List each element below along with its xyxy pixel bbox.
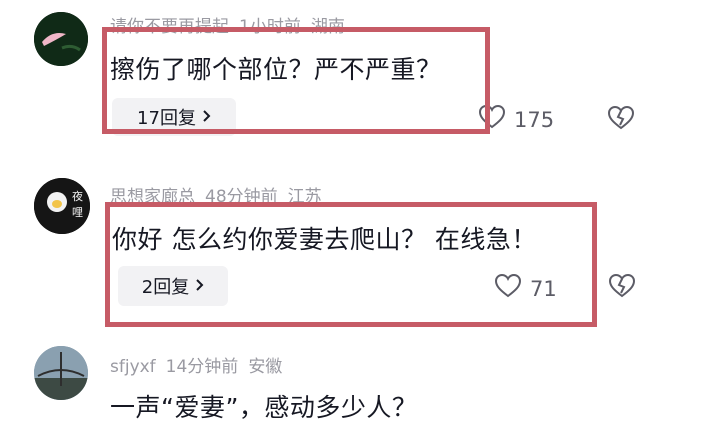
- avatar[interactable]: 夜 哩: [34, 178, 90, 234]
- avatar-image: 夜 哩: [34, 178, 90, 234]
- avatar[interactable]: [34, 346, 88, 400]
- highlight-box: [102, 27, 490, 134]
- highlight-box: [105, 202, 597, 327]
- broken-heart-icon[interactable]: [607, 105, 635, 135]
- broken-heart-icon[interactable]: [608, 273, 636, 303]
- avatar[interactable]: [34, 12, 88, 66]
- location: 安徽: [248, 357, 283, 377]
- svg-text:哩: 哩: [72, 206, 83, 219]
- username[interactable]: sfjyxf: [110, 357, 156, 377]
- avatar-image: [34, 346, 88, 400]
- comment-meta: sfjyxf 14分钟前 安徽: [110, 352, 292, 377]
- like-count: 175: [514, 107, 555, 132]
- svg-text:夜: 夜: [72, 189, 83, 203]
- timestamp: 14分钟前: [165, 357, 239, 377]
- avatar-image: [34, 12, 88, 66]
- comment-text: 一声“爱妻”，感动多少人？: [110, 393, 418, 422]
